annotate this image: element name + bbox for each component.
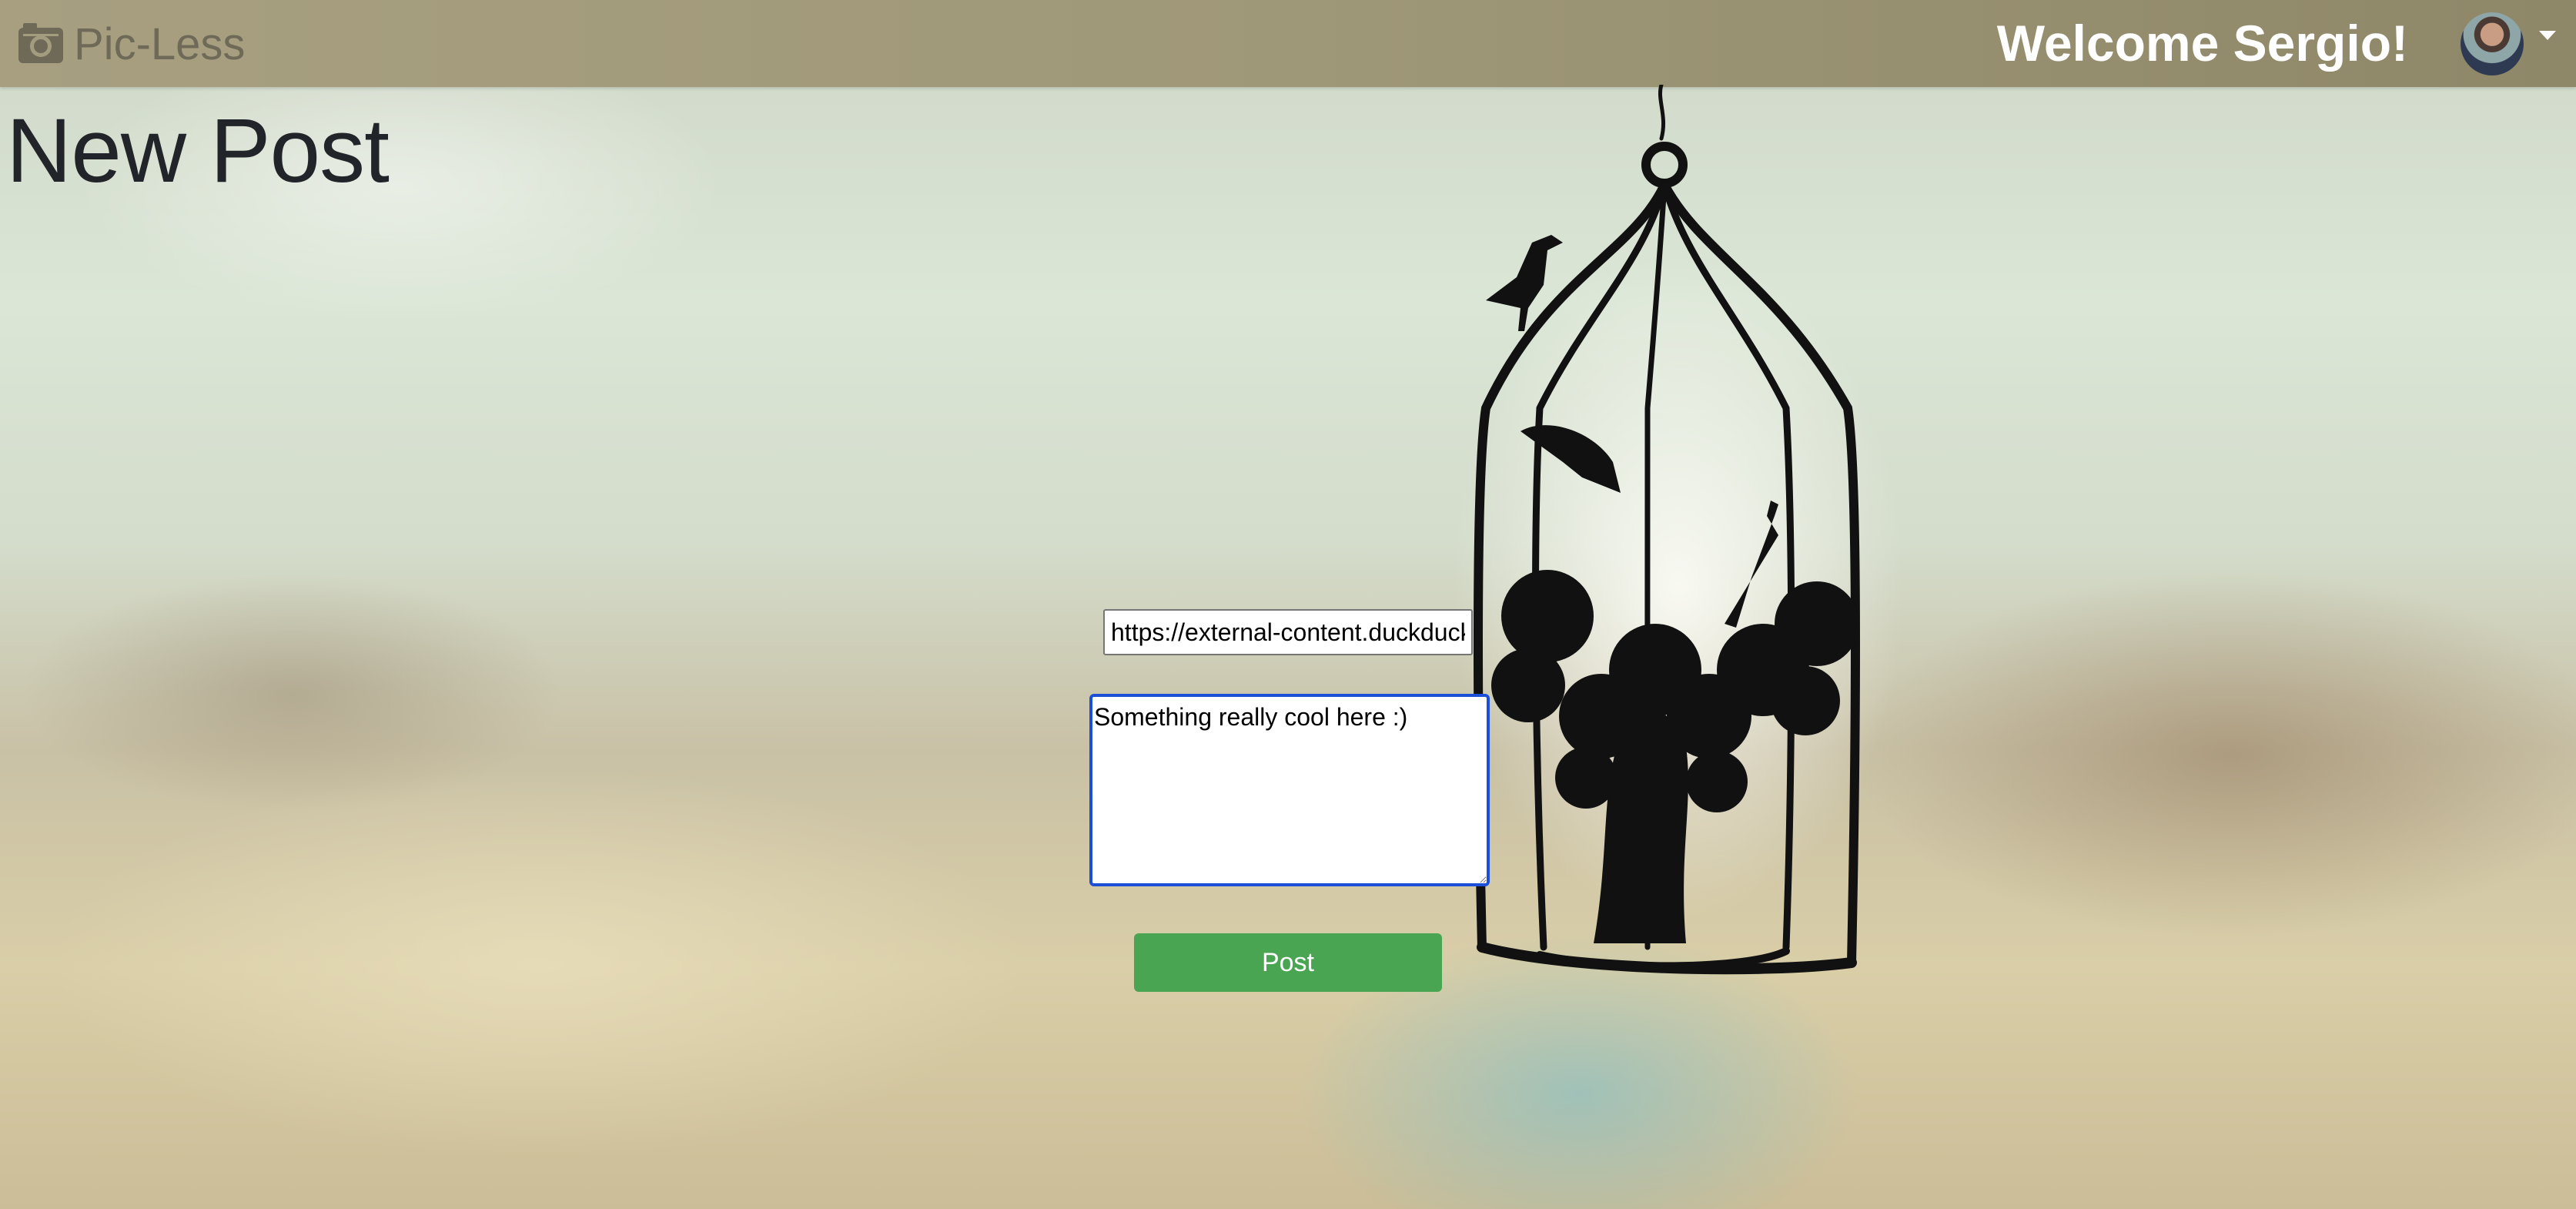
birdcage-image (1474, 85, 1860, 975)
post-button[interactable]: Post (1134, 933, 1442, 992)
camera-icon (18, 23, 63, 63)
navbar: Pic-Less Welcome Sergio! (0, 0, 2576, 87)
description-textarea[interactable]: Something really cool here :) (1089, 694, 1490, 886)
user-avatar[interactable] (2461, 12, 2524, 75)
caret-down-icon[interactable] (2539, 31, 2556, 40)
welcome-message: Welcome Sergio! (1996, 15, 2408, 72)
brand-name: Pic-Less (74, 18, 246, 69)
page-title: New Post (6, 100, 390, 202)
image-url-input[interactable] (1103, 609, 1473, 655)
brand-link[interactable]: Pic-Less (17, 17, 245, 71)
